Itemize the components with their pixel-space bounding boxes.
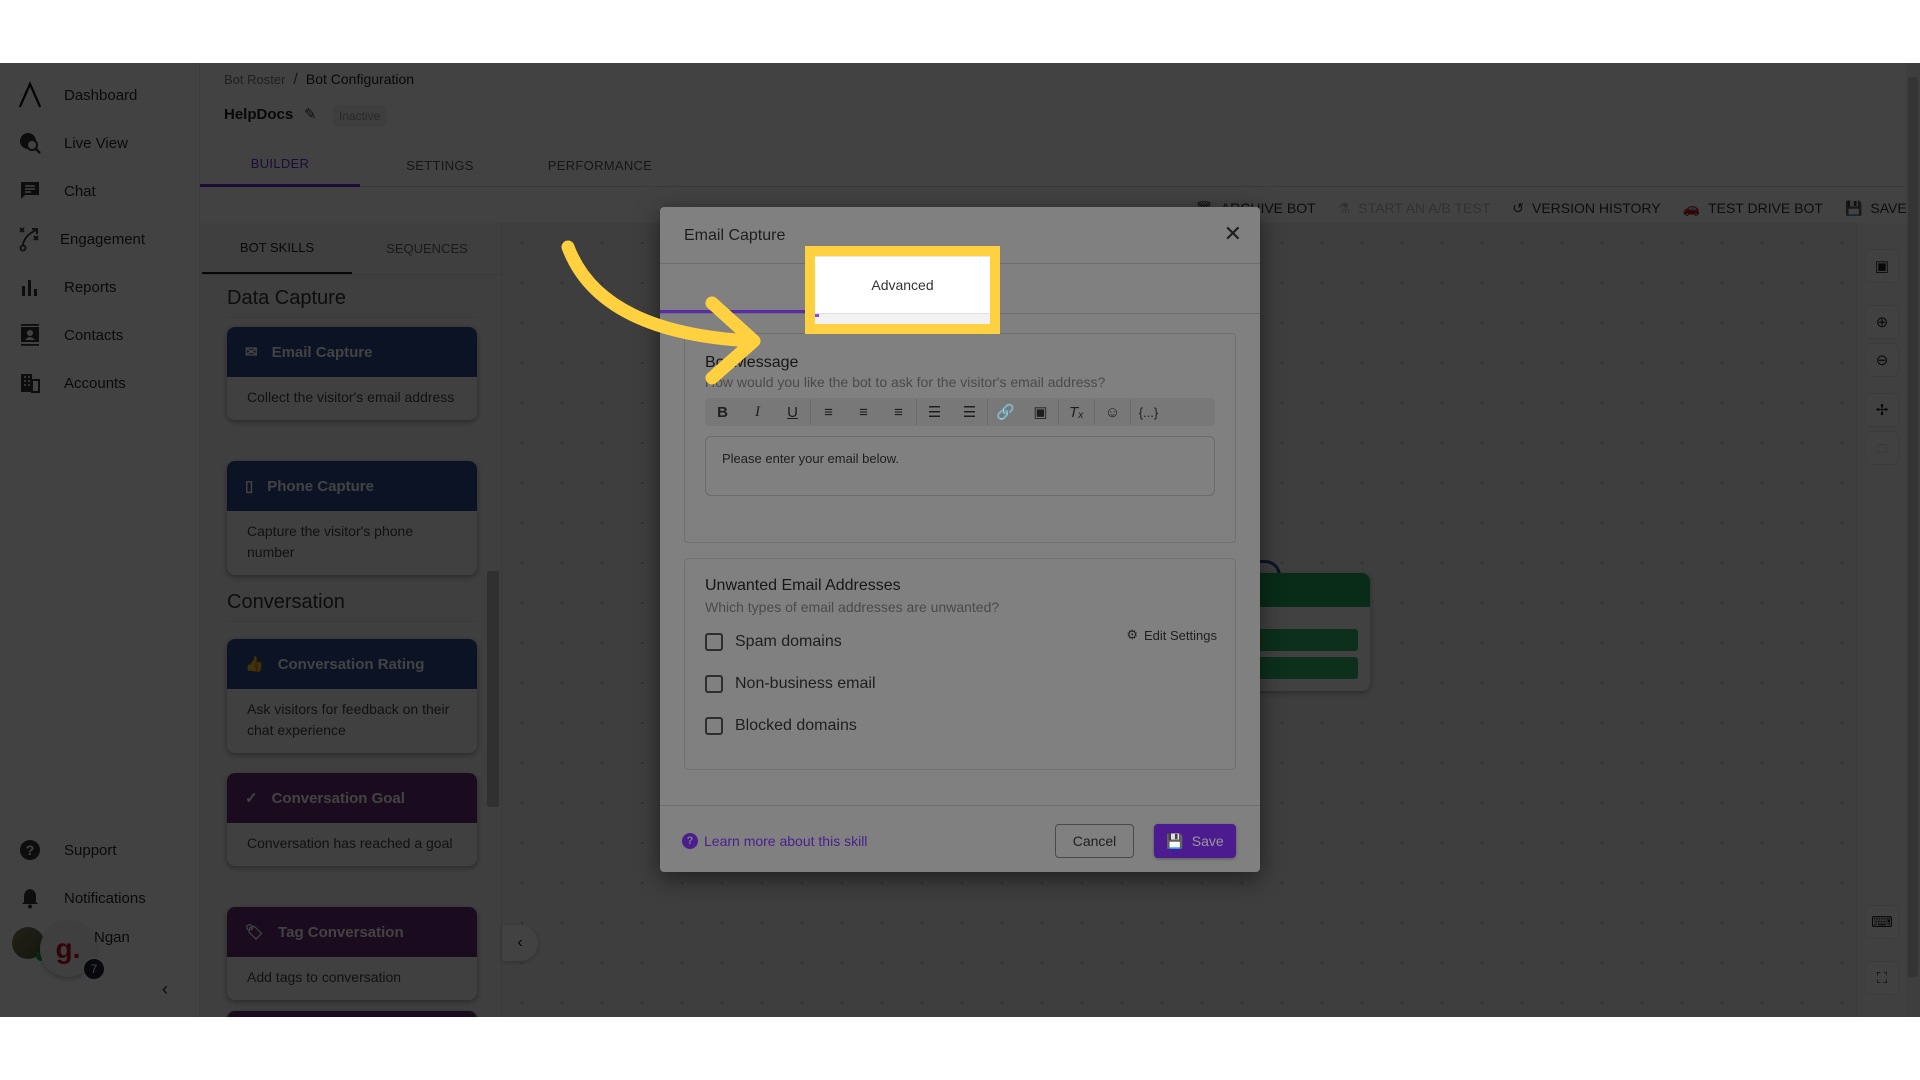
save-button[interactable]: 💾 Save	[1154, 824, 1236, 858]
floppy-icon: 💾	[1166, 832, 1184, 849]
unwanted-subtitle: Which types of email addresses are unwan…	[705, 599, 1000, 615]
learn-more-label: Learn more about this skill	[704, 833, 868, 849]
emoji-icon[interactable]: ☺	[1095, 398, 1130, 426]
align-center-icon[interactable]: ≡	[846, 398, 881, 426]
checkbox[interactable]	[705, 633, 723, 651]
editor-toolbar: B I U ≡ ≡ ≡ ☰ ☰ 🔗 ▣ Tₓ ☺ {...}	[705, 398, 1215, 426]
italic-icon[interactable]: I	[740, 398, 775, 426]
app-window: Dashboard Live View Chat Engagement Repo…	[0, 63, 1920, 1017]
tab-advanced-label: Advanced	[871, 277, 934, 293]
modal-footer-divider	[660, 805, 1260, 806]
bot-message-section: Bot Message How would you like the bot t…	[684, 333, 1236, 543]
learn-more-link[interactable]: ? Learn more about this skill	[682, 833, 867, 849]
link-icon[interactable]: 🔗	[988, 398, 1023, 426]
bot-message-subtitle: How would you like the bot to ask for th…	[705, 374, 1106, 390]
checkbox-label: Spam domains	[735, 633, 842, 650]
tab-advanced[interactable]: Advanced	[815, 256, 990, 314]
help-circle-icon: ?	[682, 833, 698, 849]
cancel-button[interactable]: Cancel	[1055, 824, 1134, 858]
checkbox-spam-domains[interactable]: Spam domains	[705, 633, 842, 651]
highlight-box: Advanced	[805, 246, 1000, 334]
align-right-icon[interactable]: ≡	[881, 398, 916, 426]
close-icon[interactable]: ✕	[1224, 221, 1242, 247]
checkbox[interactable]	[705, 717, 723, 735]
bullet-list-icon[interactable]: ☰	[952, 398, 987, 426]
checkbox-blocked-domains[interactable]: Blocked domains	[705, 717, 857, 735]
save-label: Save	[1191, 833, 1224, 849]
modal-title: Email Capture	[684, 227, 786, 244]
clear-format-icon[interactable]: Tₓ	[1059, 398, 1094, 426]
bold-icon[interactable]: B	[705, 398, 740, 426]
edit-settings-label: Edit Settings	[1144, 627, 1217, 643]
tab-indicator	[815, 314, 819, 317]
edit-settings-button[interactable]: ⚙ Edit Settings	[1126, 627, 1217, 643]
checkbox-label: Non-business email	[735, 675, 876, 692]
image-icon[interactable]: ▣	[1023, 398, 1058, 426]
bot-message-editor[interactable]: Please enter your email below.	[705, 436, 1215, 496]
variable-icon[interactable]: {...}	[1131, 398, 1166, 426]
unwanted-emails-section: Unwanted Email Addresses Which types of …	[684, 558, 1236, 770]
bot-message-title: Bot Message	[705, 354, 799, 371]
align-left-icon[interactable]: ≡	[811, 398, 846, 426]
ordered-list-icon[interactable]: ☰	[917, 398, 952, 426]
underline-icon[interactable]: U	[775, 398, 810, 426]
gear-icon: ⚙	[1126, 627, 1138, 642]
checkbox-label: Blocked domains	[735, 717, 857, 734]
checkbox-non-business-email[interactable]: Non-business email	[705, 675, 876, 693]
unwanted-title: Unwanted Email Addresses	[705, 577, 901, 594]
checkbox[interactable]	[705, 675, 723, 693]
